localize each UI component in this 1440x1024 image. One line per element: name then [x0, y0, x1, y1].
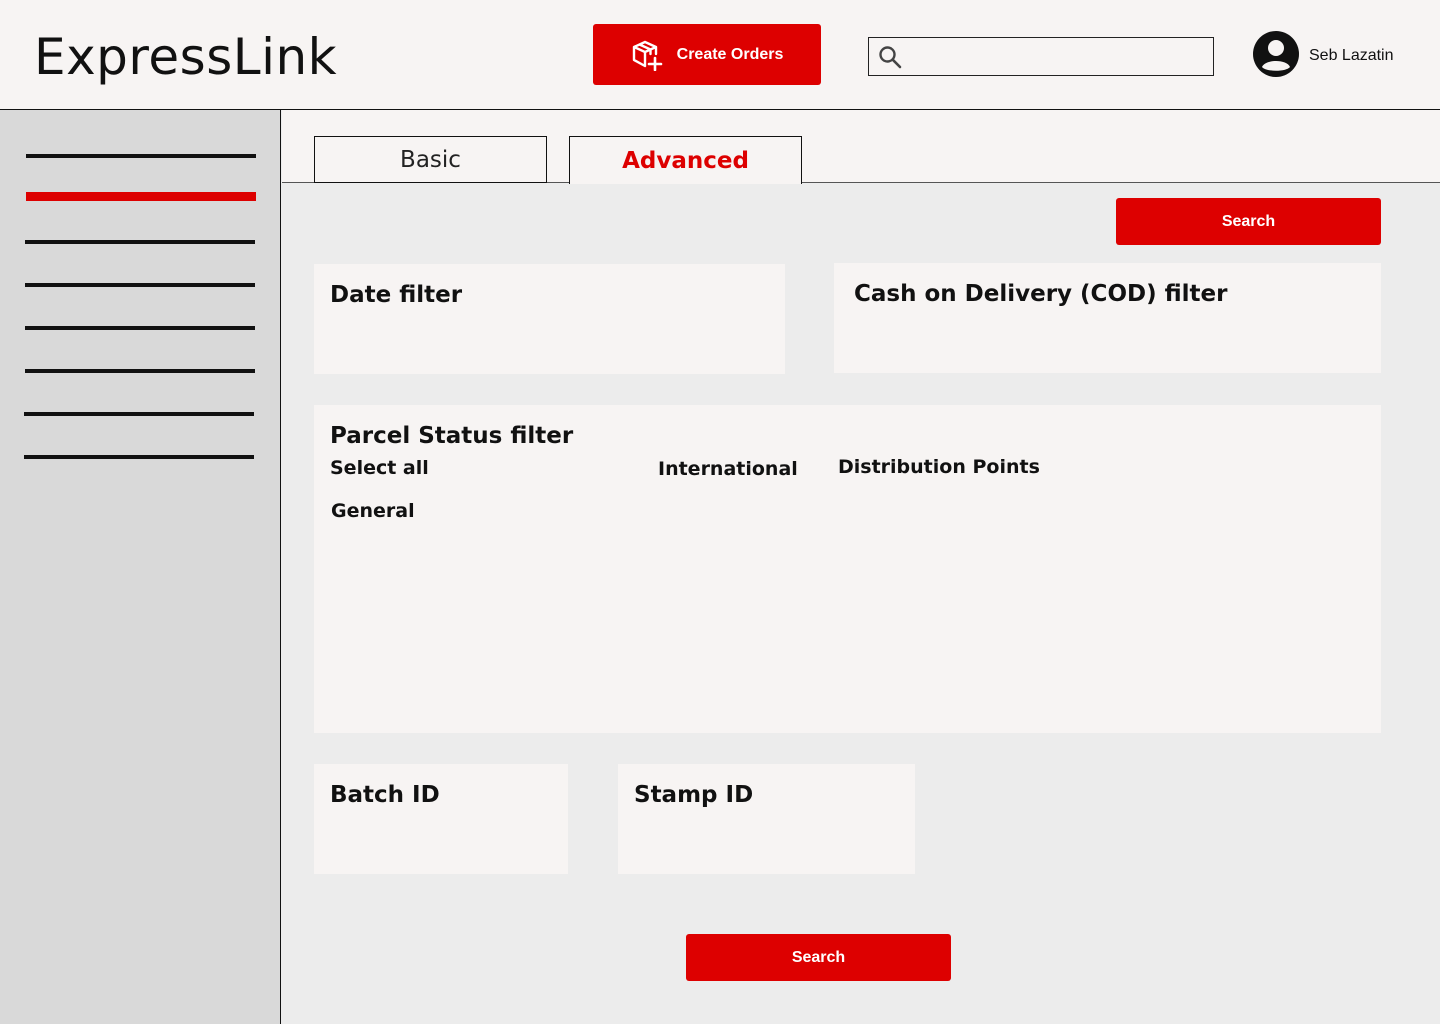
sidebar-item-5[interactable] — [25, 326, 255, 330]
create-orders-label: Create Orders — [676, 45, 784, 63]
tab-advanced[interactable]: Advanced — [569, 136, 802, 184]
search-button-bottom[interactable]: Search — [686, 934, 951, 981]
option-select-all[interactable]: Select all — [330, 457, 429, 479]
option-international[interactable]: International — [658, 458, 798, 480]
date-filter-title: Date filter — [330, 282, 463, 308]
stamp-id-title: Stamp ID — [634, 782, 754, 808]
parcel-status-filter-title: Parcel Status filter — [330, 423, 574, 449]
search-button-top[interactable]: Search — [1116, 198, 1381, 245]
cod-filter-card: Cash on Delivery (COD) filter — [834, 263, 1381, 373]
parcel-status-filter-card: Parcel Status filter Select all General … — [314, 405, 1381, 733]
user-menu[interactable]: Seb Lazatin — [1252, 30, 1394, 83]
batch-id-card: Batch ID — [314, 764, 568, 874]
stamp-id-card: Stamp ID — [618, 764, 915, 874]
batch-id-title: Batch ID — [330, 782, 440, 808]
package-add-icon — [631, 39, 663, 71]
search-icon — [878, 45, 902, 74]
sidebar-item-4[interactable] — [25, 283, 255, 287]
search-input[interactable] — [909, 38, 1209, 75]
app-root: ExpressLink Create Orders Seb Lazatin Ba… — [0, 0, 1440, 1024]
sidebar-item-8[interactable] — [24, 455, 254, 459]
top-header: ExpressLink Create Orders Seb Lazatin — [0, 0, 1440, 110]
avatar-icon — [1252, 30, 1300, 83]
option-distribution-points[interactable]: Distribution Points — [838, 456, 1040, 478]
sidebar-item-3[interactable] — [25, 240, 255, 244]
app-logo[interactable]: ExpressLink — [34, 28, 337, 86]
sidebar-item-2-active[interactable] — [26, 192, 256, 201]
tab-bar: Basic Advanced — [282, 110, 1440, 184]
sidebar — [0, 110, 281, 1024]
user-name: Seb Lazatin — [1309, 47, 1394, 64]
create-orders-button[interactable]: Create Orders — [593, 24, 821, 85]
cod-filter-title: Cash on Delivery (COD) filter — [854, 281, 1228, 307]
header-search[interactable] — [868, 37, 1214, 76]
main-content: Basic Advanced Search Date filter Cash o… — [282, 110, 1440, 1024]
sidebar-item-6[interactable] — [25, 369, 255, 373]
tab-basic[interactable]: Basic — [314, 136, 547, 183]
sidebar-item-7[interactable] — [24, 412, 254, 416]
date-filter-card: Date filter — [314, 264, 785, 374]
option-general[interactable]: General — [331, 500, 415, 522]
sidebar-item-1[interactable] — [26, 154, 256, 158]
